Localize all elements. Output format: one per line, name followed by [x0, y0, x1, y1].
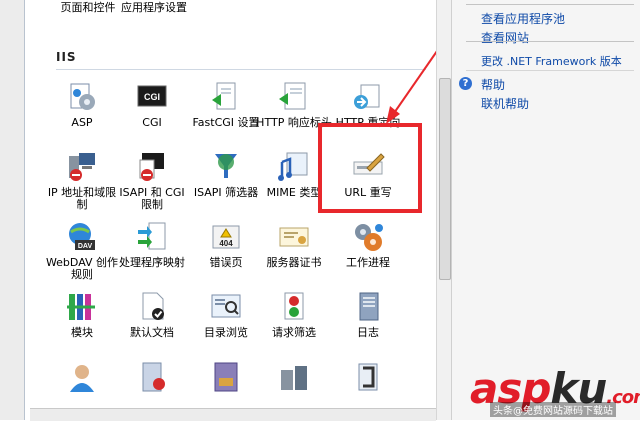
- isapi-cgi-icon: [139, 153, 164, 181]
- svg-text:CGI: CGI: [144, 92, 160, 102]
- svg-text:DAV: DAV: [78, 243, 93, 250]
- actions-divider-2: [466, 70, 634, 71]
- feature-label: 错误页: [209, 256, 243, 269]
- feature-request-filter[interactable]: 请求筛选: [256, 290, 332, 339]
- feature-partial-3[interactable]: [188, 360, 264, 397]
- handler-icon: [138, 222, 166, 250]
- feature-partial-1[interactable]: [44, 360, 120, 397]
- feature-default-doc[interactable]: 默认文档: [114, 290, 190, 339]
- feature-isapi-filter[interactable]: ISAPI 筛选器: [188, 150, 264, 199]
- feature-label: WebDAV 创作规则: [45, 256, 119, 281]
- feature-webdav[interactable]: DAV WebDAV 创作规则: [44, 220, 120, 281]
- output-cache-icon: [281, 366, 307, 390]
- link-view-sites[interactable]: 查看网站: [481, 29, 529, 46]
- section-divider: [56, 69, 426, 70]
- mime-icon: [278, 152, 308, 181]
- feature-label: ASP: [71, 116, 93, 129]
- feature-logging[interactable]: 日志: [330, 290, 406, 339]
- feature-dir-browse[interactable]: 目录浏览: [188, 290, 264, 339]
- feature-modules[interactable]: 模块: [44, 290, 120, 339]
- feature-ip-restrictions[interactable]: IP 地址和域限制: [44, 150, 120, 211]
- compression-icon: [214, 362, 238, 392]
- request-filter-icon: [284, 292, 304, 320]
- error-page-icon: 404: [212, 225, 240, 249]
- feature-http-headers[interactable]: HTTP 响应标头: [256, 80, 332, 129]
- scrollbar-thumb[interactable]: [439, 78, 451, 280]
- http-headers-icon: [279, 82, 306, 110]
- authorization-icon: [142, 362, 165, 392]
- feature-label: 工作进程: [346, 256, 390, 269]
- feature-asp[interactable]: ASP: [44, 80, 120, 129]
- ip-restrictions-icon: [69, 153, 95, 181]
- link-help[interactable]: 帮助: [481, 76, 505, 93]
- worker-process-icon: [355, 224, 383, 251]
- dir-browse-icon: [211, 294, 241, 318]
- feature-label: 处理程序映射: [119, 256, 185, 269]
- feature-partial-5[interactable]: [330, 360, 406, 397]
- help-icon: ?: [459, 77, 472, 90]
- feature-partial-2[interactable]: [114, 360, 190, 397]
- feature-label: ISAPI 和 CGI 限制: [119, 186, 185, 211]
- feature-label: 默认文档: [130, 326, 174, 339]
- feature-label: 模块: [71, 326, 93, 339]
- feature-label: IP 地址和域限制: [47, 186, 117, 211]
- section-title-iis: IIS: [56, 50, 77, 64]
- authentication-icon: [70, 365, 94, 392]
- certificate-icon: [279, 227, 309, 247]
- feature-label: 日志: [357, 326, 379, 339]
- actions-divider: [466, 41, 634, 42]
- isapi-filter-icon: [215, 154, 237, 178]
- watermark-caption: 头条@免费网站源码下载站: [490, 402, 616, 417]
- feature-label: 目录浏览: [204, 326, 248, 339]
- highlight-box: [318, 123, 422, 213]
- svg-text:404: 404: [219, 239, 233, 248]
- feature-label: 请求筛选: [272, 326, 316, 339]
- link-change-dotnet-version[interactable]: 更改 .NET Framework 版本: [481, 53, 622, 69]
- feature-cgi[interactable]: CGI CGI: [114, 80, 190, 129]
- feature-partial-4[interactable]: [256, 360, 332, 397]
- feature-certificates[interactable]: 服务器证书: [256, 220, 332, 269]
- feature-label: FastCGI 设置: [192, 116, 260, 129]
- default-doc-icon: [142, 292, 164, 320]
- feature-worker-process[interactable]: 工作进程: [330, 220, 406, 269]
- link-online-help[interactable]: 联机帮助: [481, 95, 529, 112]
- cgi-icon: CGI: [137, 85, 167, 107]
- compression-clamp-icon: [358, 363, 378, 391]
- link-view-app-pools[interactable]: 查看应用程序池: [481, 10, 565, 27]
- feature-label: ISAPI 筛选器: [193, 186, 259, 199]
- left-tree-edge: [0, 0, 25, 420]
- feature-error-pages[interactable]: 404 错误页: [188, 220, 264, 269]
- feature-fastcgi[interactable]: FastCGI 设置: [188, 80, 264, 129]
- actions-divider-top: [466, 4, 634, 5]
- logging-icon: [359, 292, 379, 321]
- feature-handler[interactable]: 处理程序映射: [114, 220, 190, 269]
- modules-icon: [67, 294, 95, 320]
- fastcgi-icon: [212, 82, 236, 110]
- feature-label: CGI: [142, 116, 162, 129]
- asp-icon: [70, 83, 95, 110]
- feature-isapi-cgi[interactable]: ISAPI 和 CGI 限制: [114, 150, 190, 211]
- view-switcher-bar[interactable]: [30, 408, 436, 421]
- webdav-icon: DAV: [69, 223, 95, 250]
- feature-label: 服务器证书: [266, 256, 322, 269]
- feature-app-settings[interactable]: 应用程序设置: [118, 2, 190, 14]
